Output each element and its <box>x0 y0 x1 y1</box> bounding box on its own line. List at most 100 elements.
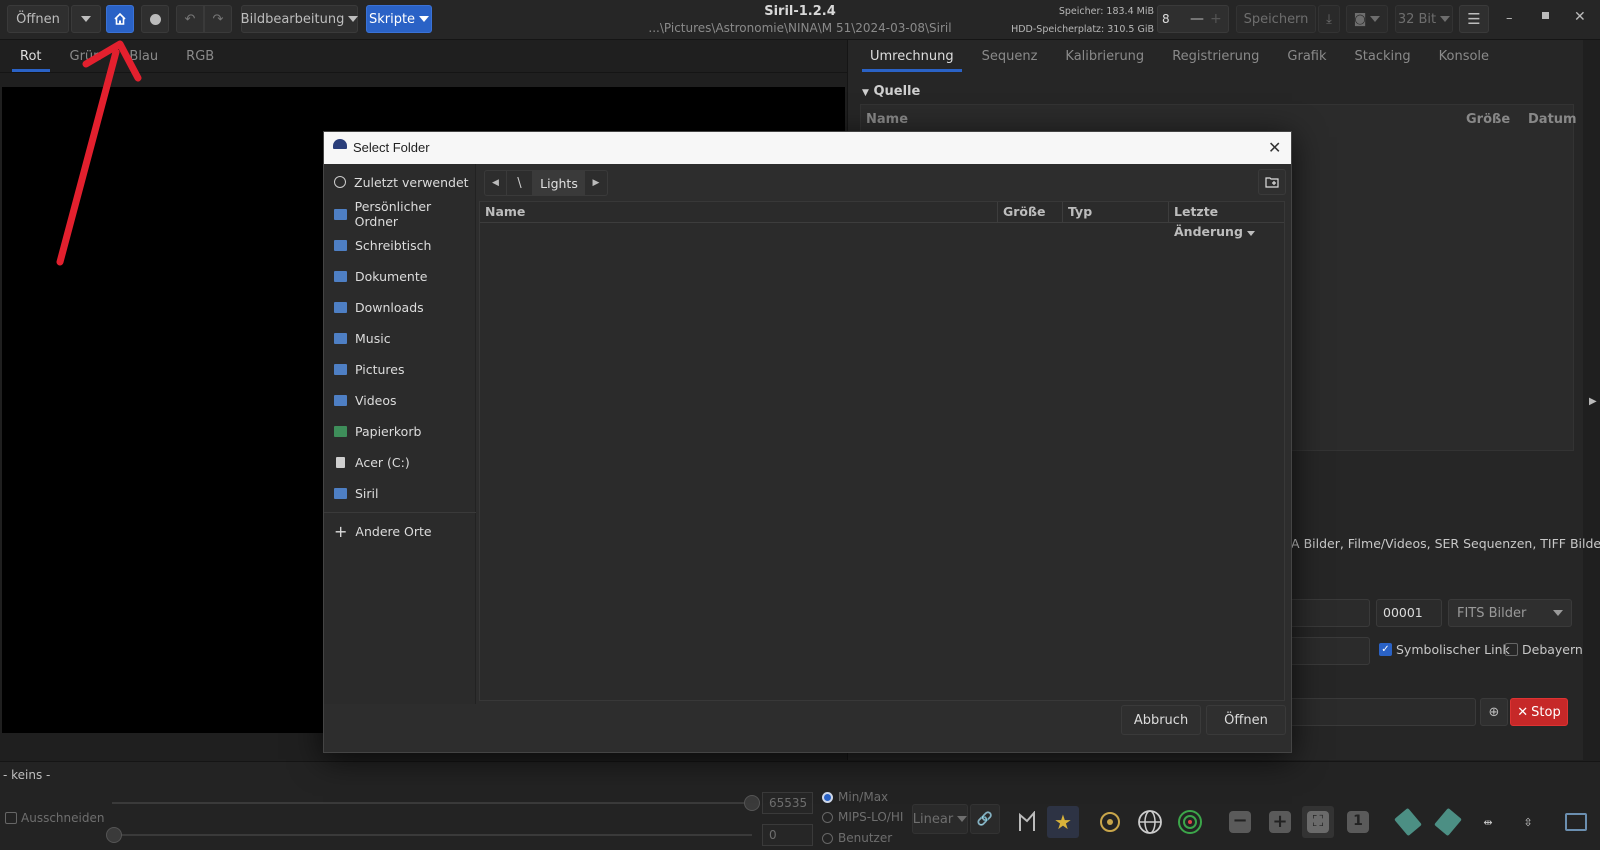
tab-sequence[interactable]: Sequenz <box>968 42 1052 72</box>
minus-icon[interactable]: — <box>1190 11 1204 27</box>
chevron-down-icon <box>348 16 359 22</box>
zoom-100-button[interactable]: 1 <box>1342 806 1374 838</box>
open-button[interactable]: Öffnen <box>7 5 69 33</box>
max-slider-handle[interactable] <box>744 795 760 811</box>
autostretch-button[interactable] <box>1011 806 1043 838</box>
source-section-header[interactable]: ▼ Quelle <box>862 84 920 99</box>
scale-dropdown[interactable]: Linear <box>912 804 968 834</box>
sidebar-item-home[interactable]: Persönlicher Ordner <box>334 199 475 229</box>
output-type-dropdown[interactable]: FITS Bilder <box>1448 599 1572 627</box>
file-list[interactable]: Name Größe Typ Letzte Änderung <box>479 201 1285 701</box>
documents-folder-icon <box>334 270 347 282</box>
stop-button[interactable]: ✕ Stop <box>1510 698 1568 726</box>
tab-rgb[interactable]: RGB <box>172 42 228 72</box>
radio-user[interactable] <box>822 833 833 844</box>
minimize-button[interactable]: – <box>1506 11 1513 26</box>
sidebar-item-documents[interactable]: Dokumente <box>334 263 427 289</box>
radio-mips[interactable] <box>822 812 833 823</box>
column-name[interactable]: Name <box>480 202 998 222</box>
main-menu-button[interactable]: ☰ <box>1459 5 1489 33</box>
max-slider-track[interactable] <box>112 802 752 804</box>
tab-plot[interactable]: Grafik <box>1273 42 1340 72</box>
sidebar-item-trash[interactable]: Papierkorb <box>334 418 421 444</box>
memory-usage: Speicher: 183.4 MiB <box>1058 6 1154 17</box>
save-button[interactable]: Speichern <box>1236 5 1316 33</box>
path-root-button[interactable]: \ <box>507 171 533 195</box>
sidebar-item-videos[interactable]: Videos <box>334 387 397 413</box>
sidebar-item-downloads[interactable]: Downloads <box>334 294 424 320</box>
crop-checkbox[interactable] <box>5 812 17 824</box>
sidebar-item-desktop[interactable]: Schreibtisch <box>334 232 431 258</box>
cancel-button[interactable]: Abbruch <box>1121 705 1201 735</box>
column-size[interactable]: Größe <box>998 202 1063 222</box>
photometry-button[interactable] <box>1094 806 1126 838</box>
sidebar-item-siril[interactable]: Siril <box>334 480 379 506</box>
tab-registration[interactable]: Registrierung <box>1158 42 1273 72</box>
zoom-fit-button[interactable]: ⛶ <box>1302 806 1334 838</box>
path-forward-button[interactable]: ▶ <box>585 171 607 195</box>
dialog-close-button[interactable]: ✕ <box>1268 138 1281 158</box>
zoom-out-button[interactable]: − <box>1224 806 1256 838</box>
rotate-left-button[interactable] <box>1392 806 1424 838</box>
target-icon <box>1100 812 1120 832</box>
mirror-x-button[interactable]: ⇹ <box>1472 806 1504 838</box>
bitdepth-dropdown[interactable]: 32 Bit <box>1395 5 1453 33</box>
mirror-y-button[interactable]: ⇳ <box>1512 806 1544 838</box>
plus-icon[interactable]: + <box>1210 11 1222 27</box>
open-folder-button[interactable]: Öffnen <box>1206 705 1286 735</box>
link-channels-button[interactable]: 🔗 <box>970 804 1000 834</box>
radio-minmax[interactable] <box>822 792 833 803</box>
symlink-checkbox[interactable]: ✓ <box>1379 643 1392 656</box>
zoom-in-button[interactable]: + <box>1264 806 1296 838</box>
column-type[interactable]: Typ <box>1063 202 1169 222</box>
save-as-button[interactable]: ⤓ <box>1318 5 1340 33</box>
annotate-button[interactable] <box>1134 806 1166 838</box>
goto-target-button[interactable] <box>1174 806 1206 838</box>
sidebar-item-recent[interactable]: Zuletzt verwendet <box>334 169 469 195</box>
dialog-titlebar[interactable]: Select Folder ✕ <box>324 132 1291 164</box>
pictures-folder-icon <box>334 363 347 375</box>
sidebar-item-other-places[interactable]: + Andere Orte <box>334 518 432 544</box>
tab-stacking[interactable]: Stacking <box>1341 42 1425 72</box>
camera-icon: ◙ <box>1353 11 1367 27</box>
help-button[interactable]: ⊕ <box>1480 698 1508 726</box>
collapse-panel-arrow[interactable]: ▶ <box>1589 396 1597 407</box>
sort-descending-icon <box>1246 231 1255 236</box>
image-processing-menu[interactable]: Bildbearbeitung <box>241 5 359 33</box>
toggle-panel-button[interactable] <box>1560 806 1592 838</box>
home-button[interactable] <box>106 5 134 33</box>
maximize-button[interactable] <box>1542 12 1549 19</box>
sidebar-item-drive-c[interactable]: Acer (C:) <box>334 449 410 475</box>
scripts-menu[interactable]: Skripte <box>366 5 432 33</box>
false-color-button[interactable]: ★ <box>1047 806 1079 838</box>
globe-icon: ⊕ <box>1488 704 1500 720</box>
rotate-right-button[interactable] <box>1432 806 1464 838</box>
source-col-size[interactable]: Größe <box>1466 112 1510 127</box>
livestack-button[interactable] <box>141 5 169 33</box>
threads-spinner[interactable]: 8 — + <box>1157 5 1229 33</box>
min-slider-handle[interactable] <box>106 827 122 843</box>
close-window-button[interactable]: ✕ <box>1574 9 1586 25</box>
drive-icon <box>336 456 345 468</box>
min-slider-track[interactable] <box>112 834 752 836</box>
tab-console[interactable]: Konsole <box>1425 42 1503 72</box>
source-col-name[interactable]: Name <box>866 112 908 127</box>
max-value-input[interactable]: 65535 <box>762 792 813 814</box>
snapshot-button[interactable]: ◙ <box>1346 5 1388 33</box>
debayer-checkbox[interactable] <box>1505 643 1518 656</box>
tab-calibration[interactable]: Kalibrierung <box>1051 42 1158 72</box>
path-back-button[interactable]: ◀ <box>485 171 507 195</box>
sidebar-item-music[interactable]: Music <box>334 325 391 351</box>
undo-button[interactable]: ↶ <box>176 5 204 33</box>
min-value-input[interactable]: 0 <box>762 824 813 846</box>
tab-conversion[interactable]: Umrechnung <box>856 42 968 72</box>
start-index-input[interactable]: 00001 <box>1376 599 1442 627</box>
rotate-right-icon <box>1434 807 1462 837</box>
open-recent-dropdown[interactable] <box>71 5 101 33</box>
new-folder-button[interactable] <box>1258 169 1286 195</box>
path-current-button[interactable]: Lights <box>533 171 585 195</box>
redo-button[interactable]: ↷ <box>204 5 232 33</box>
source-col-date[interactable]: Datum <box>1528 112 1577 127</box>
column-modified[interactable]: Letzte Änderung <box>1169 202 1284 239</box>
sidebar-item-pictures[interactable]: Pictures <box>334 356 405 382</box>
